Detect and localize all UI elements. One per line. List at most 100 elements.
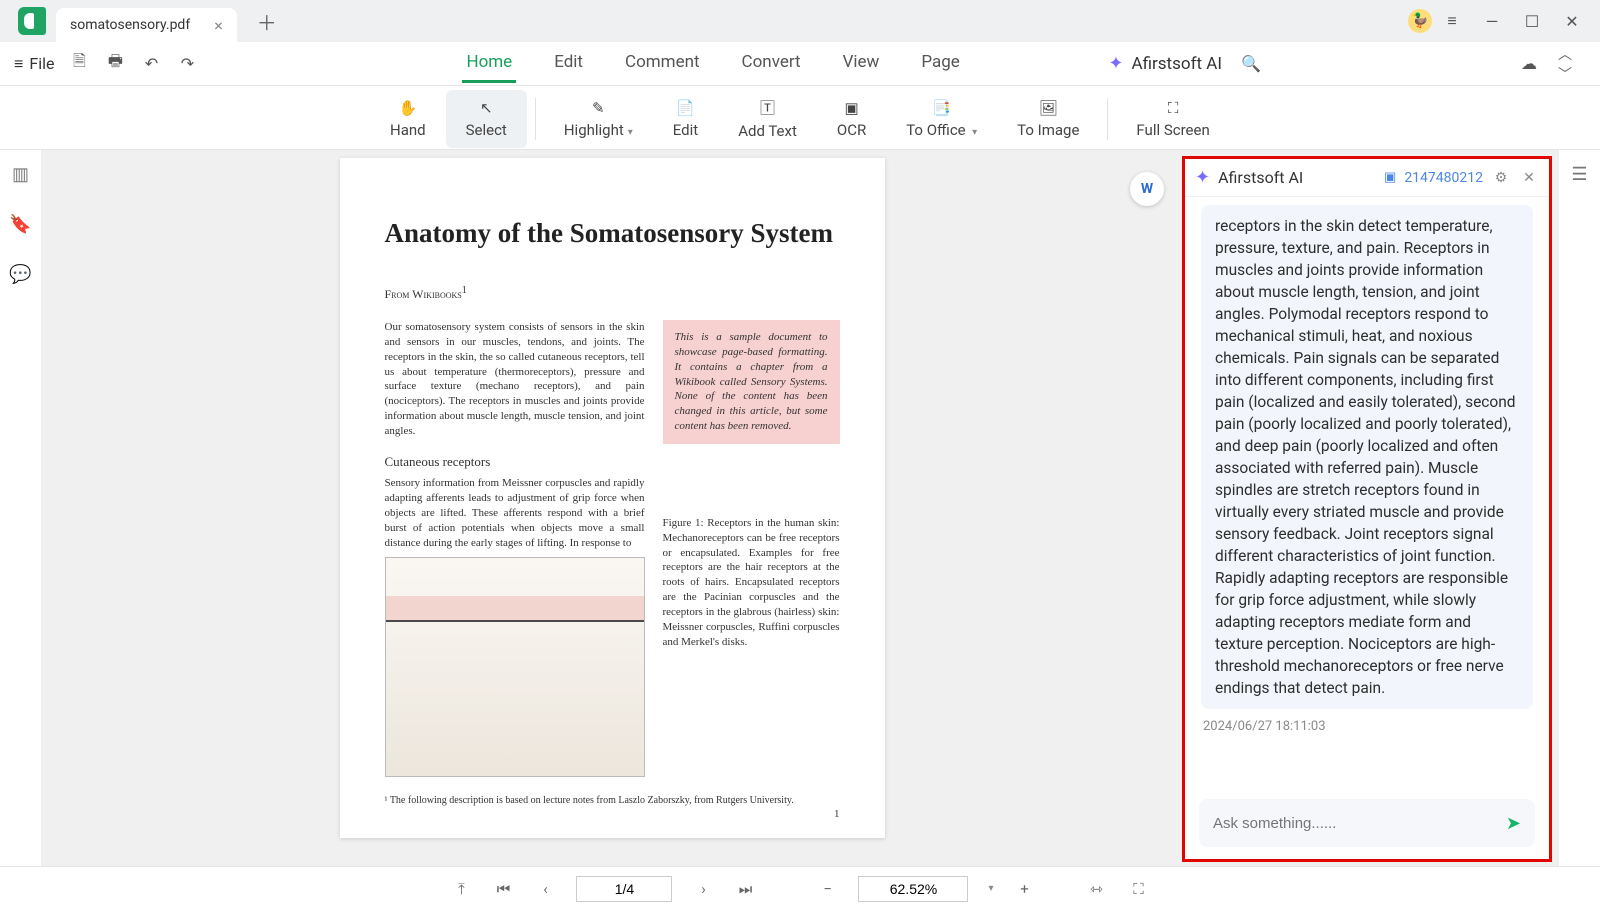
tool-to-image-label: To Image: [1017, 121, 1079, 139]
thumbnails-icon[interactable]: ▥: [9, 162, 33, 186]
zoom-dropdown-icon[interactable]: ▾: [988, 883, 993, 894]
page-number: 1: [834, 808, 840, 820]
tool-ocr[interactable]: ▣ OCR: [817, 90, 886, 148]
doc-source: From Wikibooks1: [385, 285, 840, 302]
hamburger-icon: ≡: [14, 54, 23, 74]
highlighter-icon: ✎: [592, 99, 605, 117]
edit-page-icon: 📄: [676, 99, 695, 117]
send-icon[interactable]: ➤: [1506, 813, 1521, 834]
tab-home[interactable]: Home: [462, 44, 516, 83]
fit-page-icon[interactable]: ⛶: [1128, 878, 1150, 900]
zoom-in-icon[interactable]: +: [1014, 878, 1036, 900]
chevron-down-icon: ▾: [628, 127, 633, 138]
tab-convert[interactable]: Convert: [738, 44, 805, 83]
file-menu-label: File: [29, 54, 54, 73]
ai-panel-number: 2147480212: [1404, 170, 1483, 186]
tool-edit[interactable]: 📄 Edit: [653, 90, 718, 148]
ai-input-field[interactable]: [1213, 815, 1496, 832]
doc-intro: Our somatosensory system consists of sen…: [385, 320, 645, 439]
export-word-button[interactable]: W: [1130, 172, 1164, 206]
left-rail: ▥ 🔖 💬: [0, 150, 42, 866]
tool-edit-label: Edit: [673, 121, 698, 139]
tool-ribbon: ✋ Hand ↖ Select ✎ Highlight▾ 📄 Edit 🅃 Ad…: [0, 86, 1600, 150]
page-counter-input[interactable]: [576, 876, 672, 902]
close-icon[interactable]: ✕: [1519, 170, 1539, 186]
main-tabs: Home Edit Comment Convert View Page: [462, 44, 963, 83]
ai-input-box[interactable]: ➤: [1199, 799, 1535, 847]
ai-panel-body[interactable]: receptors in the skin detect temperature…: [1185, 197, 1549, 789]
doc-subhead: Cutaneous receptors: [385, 453, 645, 471]
window-maximize-icon[interactable]: ☐: [1518, 7, 1546, 35]
tab-edit[interactable]: Edit: [550, 44, 587, 83]
tab-page[interactable]: Page: [917, 44, 963, 83]
app-logo-icon: [18, 7, 46, 35]
ai-timestamp: 2024/06/27 18:11:03: [1203, 719, 1531, 734]
save-icon[interactable]: 🗎: [68, 53, 90, 75]
tool-to-office[interactable]: 📑 To Office ▾: [886, 90, 997, 148]
ai-brand-button[interactable]: ✦ Afirstsoft AI: [1108, 53, 1222, 74]
fullscreen-icon: ⛶: [1168, 99, 1179, 117]
undo-icon[interactable]: ↶: [140, 53, 162, 75]
zoom-input[interactable]: [858, 876, 968, 902]
sparkle-icon: ✦: [1195, 167, 1210, 188]
tab-view[interactable]: View: [839, 44, 884, 83]
print-icon[interactable]: 🖶: [104, 53, 126, 75]
zoom-out-icon[interactable]: −: [816, 878, 838, 900]
tool-to-image[interactable]: 🖼 To Image: [997, 90, 1099, 148]
doc-footnote: ¹ The following description is based on …: [385, 795, 840, 806]
chevron-down-icon: ▾: [970, 127, 978, 138]
new-tab-icon[interactable]: ＋: [257, 7, 277, 36]
right-rail: ☰: [1558, 150, 1600, 866]
go-start-icon[interactable]: ⏮: [492, 878, 514, 900]
next-page-icon[interactable]: ›: [692, 878, 714, 900]
tool-select[interactable]: ↖ Select: [446, 90, 527, 148]
cloud-icon[interactable]: ☁: [1518, 53, 1540, 75]
tool-hand-label: Hand: [390, 121, 426, 139]
hamburger-menu-icon[interactable]: ≡: [1438, 7, 1466, 35]
ai-brand-label: Afirstsoft AI: [1132, 54, 1222, 74]
doc-title: Anatomy of the Somatosensory System: [385, 218, 840, 249]
tab-close-icon[interactable]: ×: [214, 16, 223, 35]
first-page-icon[interactable]: ⤒: [450, 878, 472, 900]
menu-bar: ≡ File 🗎 🖶 ↶ ↷ Home Edit Comment Convert…: [0, 42, 1600, 86]
expand-window-icon[interactable]: ▣: [1384, 170, 1396, 185]
tab-comment[interactable]: Comment: [621, 44, 704, 83]
ai-panel-header: ✦ Afirstsoft AI ▣ 2147480212 ⚙ ✕: [1185, 159, 1549, 197]
file-menu-button[interactable]: ≡ File: [14, 54, 54, 74]
figure-caption: Figure 1: Receptors in the human skin: M…: [663, 516, 840, 650]
ai-message: receptors in the skin detect temperature…: [1201, 205, 1533, 709]
tool-highlight-label: Highlight▾: [564, 121, 633, 139]
redo-icon[interactable]: ↷: [176, 53, 198, 75]
user-avatar-icon[interactable]: 🦆: [1408, 9, 1432, 33]
tool-highlight[interactable]: ✎ Highlight▾: [544, 90, 653, 148]
tool-to-office-label: To Office ▾: [906, 121, 977, 139]
pdf-page: Anatomy of the Somatosensory System From…: [340, 158, 885, 838]
doc-callout: This is a sample document to showcase pa…: [663, 320, 840, 444]
tool-add-text[interactable]: 🅃 Add Text: [718, 90, 817, 148]
title-bar: somatosensory.pdf × ＋ 🦆 ≡ — ☐ ✕: [0, 0, 1600, 42]
search-icon[interactable]: 🔍: [1240, 53, 1262, 75]
ai-panel-title: Afirstsoft AI: [1218, 168, 1376, 187]
outline-icon[interactable]: ☰: [1568, 162, 1592, 186]
to-image-icon: 🖼: [1039, 99, 1058, 117]
skin-figure: [385, 557, 645, 777]
tool-hand[interactable]: ✋ Hand: [370, 90, 446, 148]
prev-page-icon[interactable]: ‹: [534, 878, 556, 900]
bookmark-icon[interactable]: 🔖: [9, 212, 33, 236]
comments-icon[interactable]: 💬: [9, 262, 33, 286]
document-tab[interactable]: somatosensory.pdf ×: [56, 8, 237, 42]
fit-width-icon[interactable]: ⇿: [1086, 878, 1108, 900]
collapse-ribbon-icon[interactable]: ︿﹀: [1558, 44, 1580, 84]
tool-ocr-label: OCR: [837, 121, 866, 139]
hand-icon: ✋: [398, 99, 417, 117]
ai-panel: ✦ Afirstsoft AI ▣ 2147480212 ⚙ ✕ recepto…: [1182, 156, 1552, 862]
sparkle-icon: ✦: [1108, 53, 1123, 74]
tool-full-screen-label: Full Screen: [1136, 121, 1209, 139]
gear-icon[interactable]: ⚙: [1491, 170, 1511, 186]
window-minimize-icon[interactable]: —: [1478, 7, 1506, 35]
tool-full-screen[interactable]: ⛶ Full Screen: [1116, 90, 1229, 148]
document-viewport[interactable]: W Anatomy of the Somatosensory System Fr…: [42, 150, 1182, 866]
cursor-icon: ↖: [480, 99, 493, 117]
go-end-icon[interactable]: ⏭: [734, 878, 756, 900]
window-close-icon[interactable]: ✕: [1558, 7, 1586, 35]
